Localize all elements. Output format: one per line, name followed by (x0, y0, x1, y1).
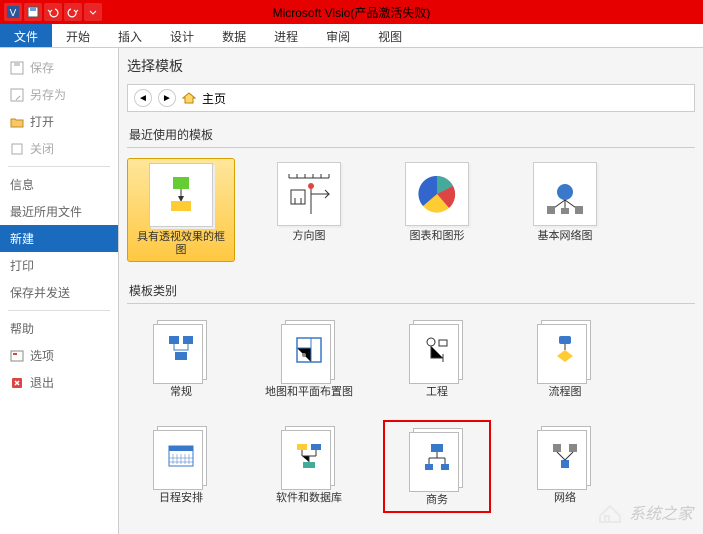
tab-review[interactable]: 审阅 (312, 24, 364, 47)
sidebar-label: 最近所用文件 (10, 203, 82, 220)
tpl-software[interactable]: 软件和数据库 (255, 420, 363, 513)
recent-templates: 具有透视效果的框图 方向图 图表和图形 基本网络图 (127, 158, 695, 262)
exit-icon (10, 376, 24, 390)
sidebar-label: 帮助 (10, 320, 34, 337)
tpl-schedule[interactable]: 日程安排 (127, 420, 235, 513)
sidebar-label: 保存并发送 (10, 284, 70, 301)
section-other-label: 开始使用的其他方式 (127, 527, 695, 534)
tpl-network-cat[interactable]: 网络 (511, 420, 619, 513)
title-bar: V Microsoft Visio(产品激活失败) (0, 0, 703, 24)
tpl-piechart[interactable]: 图表和图形 (383, 158, 491, 262)
save-icon (10, 61, 24, 75)
sidebar-close[interactable]: 关闭 (0, 135, 118, 162)
tab-view[interactable]: 视图 (364, 24, 416, 47)
save-icon[interactable] (24, 3, 42, 21)
content-area: 选择模板 ◄ ► 主页 最近使用的模板 具有透视效果的框图 方向图 图表和图形 (118, 48, 703, 534)
tab-file[interactable]: 文件 (0, 24, 52, 47)
sidebar-exit[interactable]: 退出 (0, 369, 118, 396)
tpl-label: 软件和数据库 (276, 492, 342, 505)
page-heading: 选择模板 (127, 56, 695, 76)
sidebar-label: 选项 (30, 347, 54, 364)
tpl-label: 基本网络图 (538, 230, 593, 243)
tpl-floorplan[interactable]: 地图和平面布置图 (255, 314, 363, 403)
backstage-sidebar: 保存 另存为 打开 关闭 信息 最近所用文件 新建 打印 保存并发送 帮助 选项… (0, 48, 118, 534)
sidebar-label: 新建 (10, 230, 34, 247)
tpl-label: 图表和图形 (410, 230, 465, 243)
section-categories-label: 模板类别 (127, 276, 695, 304)
tpl-label: 商务 (426, 494, 448, 507)
tpl-label: 常规 (170, 386, 192, 399)
sidebar-label: 信息 (10, 176, 34, 193)
breadcrumb: ◄ ► 主页 (127, 84, 695, 112)
options-icon (10, 349, 24, 363)
tpl-label: 流程图 (549, 386, 582, 399)
home-icon[interactable] (182, 91, 196, 105)
nav-back-button[interactable]: ◄ (134, 89, 152, 107)
sidebar-info[interactable]: 信息 (0, 171, 118, 198)
sidebar-print[interactable]: 打印 (0, 252, 118, 279)
tpl-block3d[interactable]: 具有透视效果的框图 (127, 158, 235, 262)
redo-icon[interactable] (64, 3, 82, 21)
saveas-icon (10, 88, 24, 102)
category-templates: 常规 地图和平面布置图 工程 流程图 日程安排 软件和数据库 (127, 314, 695, 512)
undo-icon[interactable] (44, 3, 62, 21)
folder-open-icon (10, 115, 24, 129)
tpl-label: 具有透视效果的框图 (132, 231, 230, 257)
tpl-label: 地图和平面布置图 (265, 386, 353, 399)
sidebar-new[interactable]: 新建 (0, 225, 118, 252)
svg-text:V: V (10, 8, 17, 19)
sidebar-recent[interactable]: 最近所用文件 (0, 198, 118, 225)
sidebar-label: 另存为 (30, 86, 66, 103)
sidebar-saveas[interactable]: 另存为 (0, 81, 118, 108)
nav-forward-button[interactable]: ► (158, 89, 176, 107)
tpl-label: 日程安排 (159, 492, 203, 505)
ribbon-tabs: 文件 开始 插入 设计 数据 进程 审阅 视图 (0, 24, 703, 48)
visio-app-icon[interactable]: V (4, 3, 22, 21)
tpl-general[interactable]: 常规 (127, 314, 235, 403)
sidebar-label: 打开 (30, 113, 54, 130)
sidebar-label: 关闭 (30, 140, 54, 157)
sidebar-open[interactable]: 打开 (0, 108, 118, 135)
window-title: Microsoft Visio(产品激活失败) (273, 4, 431, 21)
tpl-flowchart[interactable]: 流程图 (511, 314, 619, 403)
close-icon (10, 142, 24, 156)
sidebar-help[interactable]: 帮助 (0, 315, 118, 342)
tab-process[interactable]: 进程 (260, 24, 312, 47)
breadcrumb-home[interactable]: 主页 (202, 90, 226, 107)
sidebar-label: 打印 (10, 257, 34, 274)
tab-home[interactable]: 开始 (52, 24, 104, 47)
tpl-engineering[interactable]: 工程 (383, 314, 491, 403)
sidebar-options[interactable]: 选项 (0, 342, 118, 369)
section-recent-label: 最近使用的模板 (127, 120, 695, 148)
quick-access-toolbar: V (0, 3, 106, 21)
sidebar-save[interactable]: 保存 (0, 54, 118, 81)
tpl-label: 网络 (554, 492, 576, 505)
tpl-direction[interactable]: 方向图 (255, 158, 363, 262)
tpl-label: 方向图 (293, 230, 326, 243)
tab-data[interactable]: 数据 (208, 24, 260, 47)
tpl-network[interactable]: 基本网络图 (511, 158, 619, 262)
sidebar-save-send[interactable]: 保存并发送 (0, 279, 118, 306)
tpl-business[interactable]: 商务 (383, 420, 491, 513)
qat-dropdown-icon[interactable] (84, 3, 102, 21)
tpl-label: 工程 (426, 386, 448, 399)
sidebar-label: 保存 (30, 59, 54, 76)
tab-insert[interactable]: 插入 (104, 24, 156, 47)
sidebar-label: 退出 (30, 374, 54, 391)
tab-design[interactable]: 设计 (156, 24, 208, 47)
